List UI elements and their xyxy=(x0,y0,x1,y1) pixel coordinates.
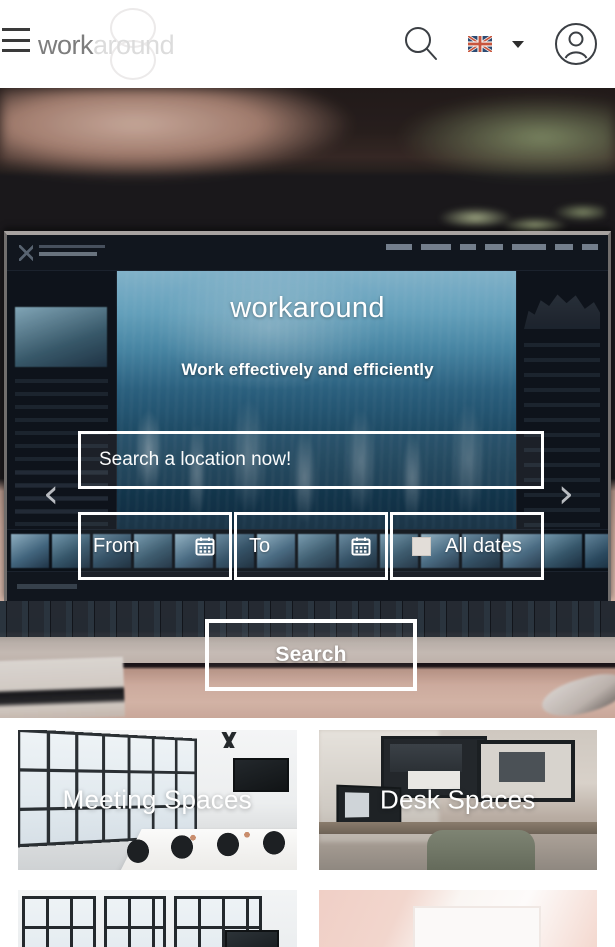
hero-title: workaround xyxy=(230,292,385,324)
card-meeting-spaces[interactable]: Meeting Spaces xyxy=(18,730,297,870)
hero-banner: workaround Work effectively and efficien… xyxy=(0,88,615,718)
date-to-field[interactable]: To xyxy=(234,512,388,580)
date-from-field[interactable]: From xyxy=(78,512,232,580)
card-desk-spaces[interactable]: Desk Spaces xyxy=(318,730,597,870)
date-range-row: From To All dates xyxy=(78,512,544,580)
loft-office-photo xyxy=(18,890,297,947)
card-title: Meeting Spaces xyxy=(62,784,252,815)
card-loft-office[interactable] xyxy=(18,890,297,947)
all-dates-label: All dates xyxy=(445,534,522,557)
site-logo[interactable]: workaround xyxy=(38,8,198,80)
search-button[interactable]: Search xyxy=(205,619,417,691)
carousel-prev-arrow[interactable]: ‹ xyxy=(30,474,72,516)
logo-text-work: work xyxy=(38,30,94,60)
hamburger-menu-icon[interactable] xyxy=(2,26,32,54)
card-pink-room[interactable] xyxy=(318,890,597,947)
search-icon[interactable] xyxy=(395,18,447,70)
date-to-label: To xyxy=(249,534,271,557)
hero-subtitle: Work effectively and efficiently xyxy=(181,360,434,379)
header-actions xyxy=(395,0,603,88)
user-account-icon[interactable] xyxy=(549,17,603,71)
language-flag-icon[interactable] xyxy=(465,29,495,59)
card-title: Desk Spaces xyxy=(380,784,536,815)
logo-text-around: around xyxy=(93,30,175,60)
calendar-icon xyxy=(195,536,215,556)
date-from-label: From xyxy=(93,534,140,557)
hamburger-bar xyxy=(2,38,30,42)
all-dates-field[interactable]: All dates xyxy=(390,512,544,580)
space-category-grid: Meeting Spaces Desk Spaces xyxy=(0,718,615,947)
site-header: workaround xyxy=(0,0,615,88)
all-dates-checkbox[interactable] xyxy=(412,536,432,556)
chevron-down-icon[interactable] xyxy=(505,31,531,57)
hero-content: workaround Work effectively and efficien… xyxy=(0,88,615,718)
search-input[interactable] xyxy=(99,449,523,471)
carousel-next-arrow[interactable]: › xyxy=(545,474,587,516)
hamburger-bar xyxy=(2,49,30,52)
calendar-icon xyxy=(351,536,371,556)
pink-room-photo xyxy=(318,890,597,947)
location-search-field[interactable] xyxy=(78,431,544,489)
logo-text: workaround xyxy=(38,30,175,61)
hamburger-bar xyxy=(2,28,30,31)
